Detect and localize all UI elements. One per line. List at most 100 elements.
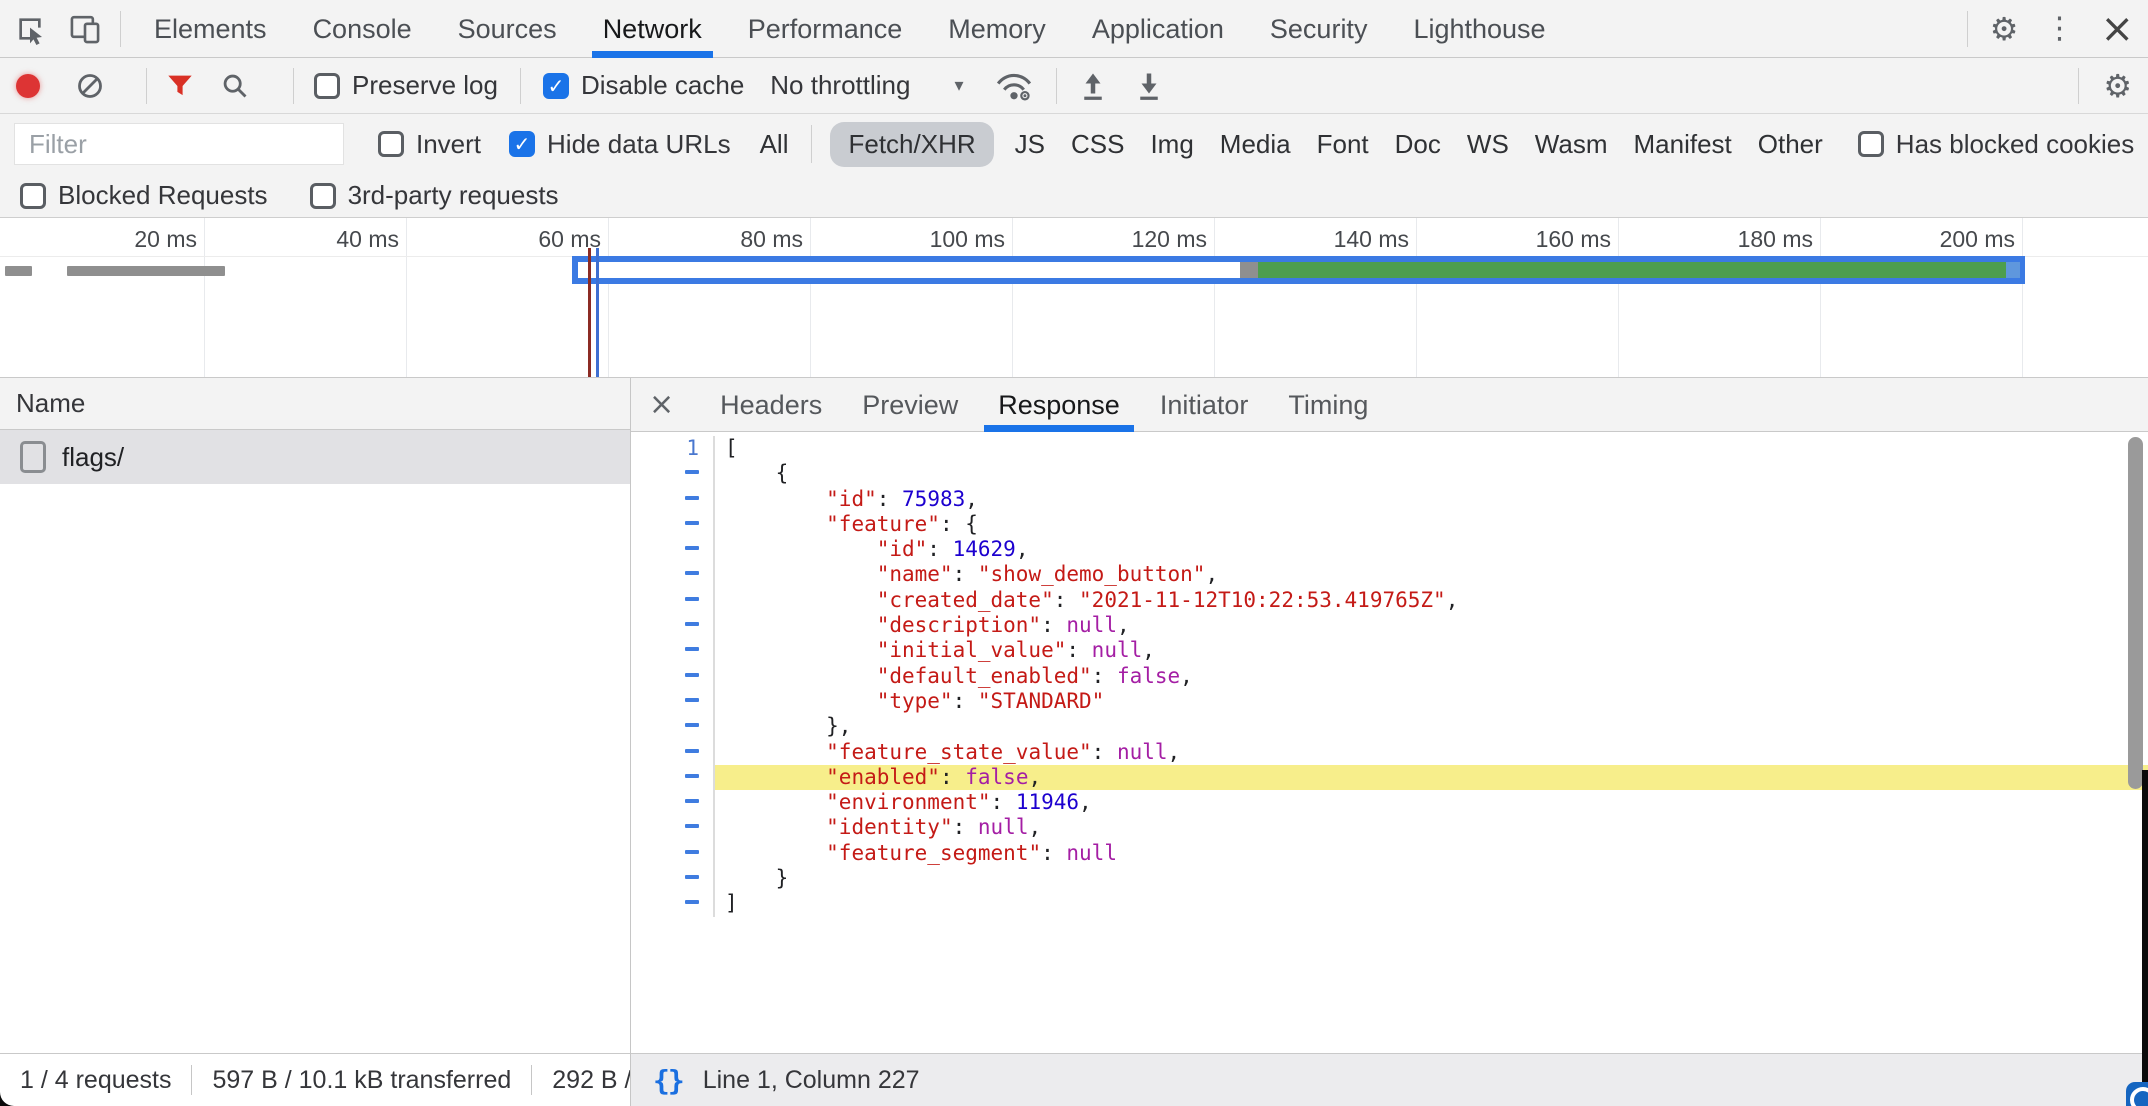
detail-tab-response[interactable]: Response [978,378,1140,432]
close-devtools-icon[interactable]: × [2100,9,2134,49]
selected-request-bar[interactable] [572,256,2025,284]
load-marker [596,248,599,377]
token-n: 75983 [902,487,965,511]
preserve-log-checkbox[interactable] [314,73,340,99]
filter-type-other[interactable]: Other [1758,129,1823,160]
throttling-dropdown-arrow-icon[interactable]: ▾ [954,75,963,96]
filter-type-media[interactable]: Media [1220,129,1291,160]
disable-cache-checkbox-group[interactable]: ✓ Disable cache [543,70,744,101]
record-button[interactable] [16,74,40,98]
fold-marker[interactable] [631,714,715,739]
settings-gear-icon[interactable]: ⚙ [1990,13,2019,45]
token-a: null [978,815,1029,839]
response-detail-panel: × HeadersPreviewResponseInitiatorTiming … [631,378,2148,1053]
token-k: "id" [877,537,928,561]
filter-type-wasm[interactable]: Wasm [1535,129,1608,160]
close-detail-panel-icon[interactable]: × [649,387,674,422]
tab-label: Sources [458,14,557,45]
filter-type-js[interactable]: JS [1015,129,1045,160]
code-line: 1[ [631,436,2148,461]
blocked-requests-checkbox[interactable] [20,183,46,209]
fold-marker[interactable] [631,512,715,537]
network-overview-timeline[interactable]: 20 ms40 ms60 ms80 ms100 ms120 ms140 ms16… [0,218,2148,378]
fold-marker[interactable] [631,866,715,891]
selected-detail-tab-underline [984,425,1134,432]
tab-performance[interactable]: Performance [725,0,926,58]
filter-type-manifest[interactable]: Manifest [1634,129,1732,160]
throttling-select[interactable]: No throttling [770,70,910,101]
tab-security[interactable]: Security [1247,0,1391,58]
filter-type-css[interactable]: CSS [1071,129,1124,160]
line-number[interactable]: 1 [631,436,715,461]
detail-tab-timing[interactable]: Timing [1268,378,1388,432]
invert-label: Invert [416,129,481,160]
fold-marker[interactable] [631,461,715,486]
tab-console[interactable]: Console [290,0,435,58]
fold-marker[interactable] [631,562,715,587]
filter-funnel-icon[interactable] [167,73,193,99]
filter-type-font[interactable]: Font [1317,129,1369,160]
fold-marker[interactable] [631,588,715,613]
vertical-scrollbar[interactable] [2128,437,2143,789]
has-blocked-cookies-checkbox[interactable] [1858,131,1884,157]
divider [1056,68,1057,104]
clear-icon[interactable] [76,72,104,100]
fold-marker[interactable] [631,841,715,866]
search-icon[interactable] [221,72,249,100]
tab-memory[interactable]: Memory [925,0,1069,58]
request-row-flags[interactable]: flags/ [0,430,630,484]
cursor-position-label: Line 1, Column 227 [703,1066,920,1095]
fold-marker[interactable] [631,537,715,562]
name-column-header[interactable]: Name [0,378,630,430]
pretty-print-icon[interactable]: {} [653,1064,683,1097]
divider [191,1065,192,1095]
network-settings-gear-icon[interactable]: ⚙ [2103,70,2132,102]
third-party-requests-checkbox[interactable] [310,183,336,209]
response-code-viewer[interactable]: 1[ { "id": 75983, "feature": { "id": 146… [631,432,2148,1053]
import-har-icon[interactable] [1079,71,1107,101]
fold-marker[interactable] [631,638,715,663]
tab-elements[interactable]: Elements [131,0,290,58]
has-blocked-cookies-checkbox-group[interactable]: Has blocked cookies [1858,129,2134,160]
fold-marker[interactable] [631,487,715,512]
tab-network[interactable]: Network [580,0,725,58]
fold-marker[interactable] [631,613,715,638]
fold-dash-icon [685,597,699,601]
preserve-log-checkbox-group[interactable]: Preserve log [314,70,498,101]
export-har-icon[interactable] [1135,71,1163,101]
tab-sources[interactable]: Sources [435,0,580,58]
more-options-icon[interactable]: ⋮ [2044,14,2074,44]
detail-tab-headers[interactable]: Headers [700,378,842,432]
fold-marker[interactable] [631,891,715,916]
invert-checkbox[interactable] [378,131,404,157]
tab-application[interactable]: Application [1069,0,1247,58]
invert-checkbox-group[interactable]: Invert [378,129,481,160]
filter-type-img[interactable]: Img [1150,129,1193,160]
blocked-requests-checkbox-group[interactable]: Blocked Requests [20,180,268,211]
fold-marker[interactable] [631,664,715,689]
filter-input[interactable] [14,123,344,165]
filter-type-fetch-xhr[interactable]: Fetch/XHR [830,122,993,167]
filter-type-all[interactable]: All [760,129,789,160]
disable-cache-checkbox[interactable]: ✓ [543,73,569,99]
token-p: , [1016,537,1029,561]
device-toolbar-icon[interactable] [68,13,102,45]
detail-tab-preview[interactable]: Preview [842,378,978,432]
inspect-element-icon[interactable] [14,13,46,45]
network-conditions-icon[interactable] [994,69,1034,103]
third-party-requests-checkbox-group[interactable]: 3rd-party requests [310,180,559,211]
fold-marker[interactable] [631,815,715,840]
fold-marker[interactable] [631,790,715,815]
hide-data-urls-checkbox[interactable]: ✓ [509,131,535,157]
detail-tab-initiator[interactable]: Initiator [1140,378,1269,432]
fold-marker[interactable] [631,689,715,714]
fold-marker[interactable] [631,740,715,765]
filter-type-ws[interactable]: WS [1467,129,1509,160]
fold-marker[interactable] [631,765,715,790]
filter-type-doc[interactable]: Doc [1395,129,1441,160]
filter-bar: Invert ✓ Hide data URLs All Fetch/XHR JS CS… [0,114,2148,174]
divider [293,68,294,104]
panel-resize-divider[interactable] [630,378,631,1106]
hide-data-urls-checkbox-group[interactable]: ✓ Hide data URLs [509,129,731,160]
tab-lighthouse[interactable]: Lighthouse [1390,0,1568,58]
